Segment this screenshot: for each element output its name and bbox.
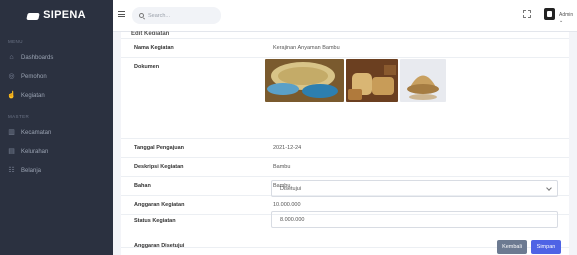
sidebar-item-kegiatan[interactable]: ☝ Kegiatan: [0, 86, 113, 105]
sidebar-item-label: Kegiatan: [21, 92, 45, 99]
table-row: Dokumen: [121, 57, 569, 138]
field-value: Kerajinan Anyaman Bambu: [273, 45, 340, 51]
approved-budget-value: 8.000.000: [280, 216, 305, 223]
brand[interactable]: SIPENA: [0, 0, 113, 30]
sidebar-item-label: Kecamatan: [21, 129, 52, 136]
status-select[interactable]: Disetujui: [271, 180, 558, 197]
field-label: Dokumen: [134, 64, 160, 70]
back-button[interactable]: Kembali: [497, 240, 527, 254]
fullscreen-icon[interactable]: [523, 10, 531, 18]
chevron-down-icon: [546, 185, 552, 191]
home-icon: ⌂: [9, 54, 14, 61]
sidebar-item-label: Pemohon: [21, 73, 47, 80]
sidebar-item-kecamatan[interactable]: ▥ Kecamatan: [0, 123, 113, 142]
field-value: 2021-12-24: [273, 145, 302, 151]
chevron-down-icon: ⌄: [559, 18, 564, 24]
section-master: MASTER: [8, 114, 30, 119]
document-image[interactable]: [346, 59, 398, 102]
field-value: 10.000.000: [273, 202, 301, 208]
search-icon: [139, 13, 144, 18]
document-image[interactable]: [400, 59, 446, 102]
field-label: Bahan: [134, 183, 151, 189]
sidebar-item-pemohon[interactable]: ◎ Pemohon: [0, 67, 113, 86]
field-label: Status Kegiatan: [134, 218, 176, 224]
hand-icon: ☝: [7, 92, 16, 99]
sidebar-item-label: Belanja: [21, 167, 42, 174]
status-value: Disetujui: [280, 185, 302, 192]
sidebar: SIPENA MENU ⌂ Dashboards ◎ Pemohon ☝ Keg…: [0, 0, 113, 255]
card-title: Edit Kegiatan: [131, 31, 170, 35]
building-icon: ▥: [8, 129, 15, 136]
map-icon: ▤: [8, 148, 15, 155]
app-title: SIPENA: [43, 9, 86, 21]
document-image[interactable]: [265, 59, 344, 102]
table-row: Deskripsi Kegiatan Bambu: [121, 157, 569, 176]
menu-icon[interactable]: [118, 11, 125, 17]
sidebar-item-kelurahan[interactable]: ▤ Kelurahan: [0, 142, 113, 161]
topbar: Search... Admin ⌄: [113, 0, 577, 32]
avatar[interactable]: [544, 8, 555, 20]
field-label: Deskripsi Kegiatan: [134, 164, 184, 170]
search-placeholder: Search...: [148, 12, 171, 19]
save-button[interactable]: Simpan: [531, 240, 561, 254]
sidebar-item-label: Kelurahan: [21, 148, 49, 155]
field-label: Anggaran Kegiatan: [134, 202, 185, 208]
table-row: Tanggal Pengajuan 2021-12-24: [121, 138, 569, 157]
logo-icon: [27, 11, 39, 20]
approved-budget-input[interactable]: 8.000.000: [271, 211, 558, 228]
sidebar-item-dashboards[interactable]: ⌂ Dashboards: [0, 48, 113, 67]
section-menu: MENU: [8, 39, 23, 44]
field-label: Anggaran Disetujui: [134, 243, 185, 249]
list-icon: ☷: [8, 167, 15, 174]
user-icon: ◎: [8, 73, 15, 80]
sidebar-item-belanja[interactable]: ☷ Belanja: [0, 161, 113, 180]
field-label: Nama Kegiatan: [134, 45, 174, 51]
table-row: Nama Kegiatan Kerajinan Anyaman Bambu: [121, 38, 569, 57]
field-value: Bambu: [273, 164, 291, 170]
field-label: Tanggal Pengajuan: [134, 145, 185, 151]
sidebar-item-label: Dashboards: [21, 54, 54, 61]
user-menu[interactable]: Admin ⌄: [559, 12, 577, 24]
search-input[interactable]: Search...: [132, 7, 221, 24]
